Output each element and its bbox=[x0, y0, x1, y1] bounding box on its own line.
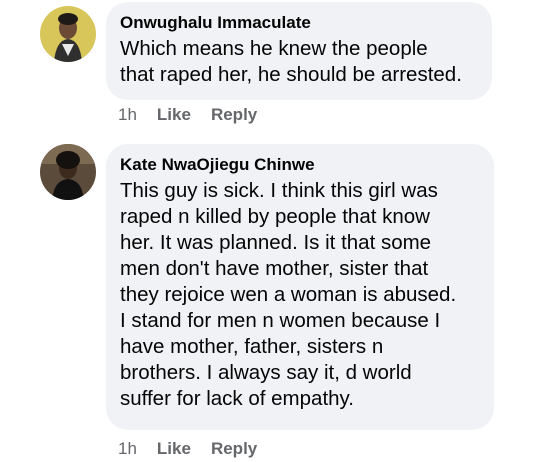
avatar[interactable] bbox=[40, 144, 96, 200]
comment-bubble: Onwughalu Immaculate Which means he knew… bbox=[106, 2, 492, 100]
like-button[interactable]: Like bbox=[157, 439, 191, 459]
avatar-photo-1 bbox=[40, 6, 96, 62]
comment-author[interactable]: Onwughalu Immaculate bbox=[120, 12, 474, 34]
comment-actions: 1h Like Reply bbox=[118, 105, 257, 125]
comment-text: This guy is sick. I think this girl was … bbox=[120, 179, 457, 410]
comment-bubble: Kate NwaOjiegu Chinwe This guy is sick. … bbox=[106, 144, 494, 430]
comment-timestamp[interactable]: 1h bbox=[118, 439, 137, 459]
reply-button[interactable]: Reply bbox=[211, 105, 257, 125]
comment-text: Which means he knew the people that rape… bbox=[120, 37, 462, 86]
comment-timestamp[interactable]: 1h bbox=[118, 105, 137, 125]
avatar-photo-2 bbox=[40, 144, 96, 200]
avatar[interactable] bbox=[40, 6, 96, 62]
comment-actions: 1h Like Reply bbox=[118, 439, 257, 459]
comment-author[interactable]: Kate NwaOjiegu Chinwe bbox=[120, 154, 476, 176]
like-button[interactable]: Like bbox=[157, 105, 191, 125]
reply-button[interactable]: Reply bbox=[211, 439, 257, 459]
